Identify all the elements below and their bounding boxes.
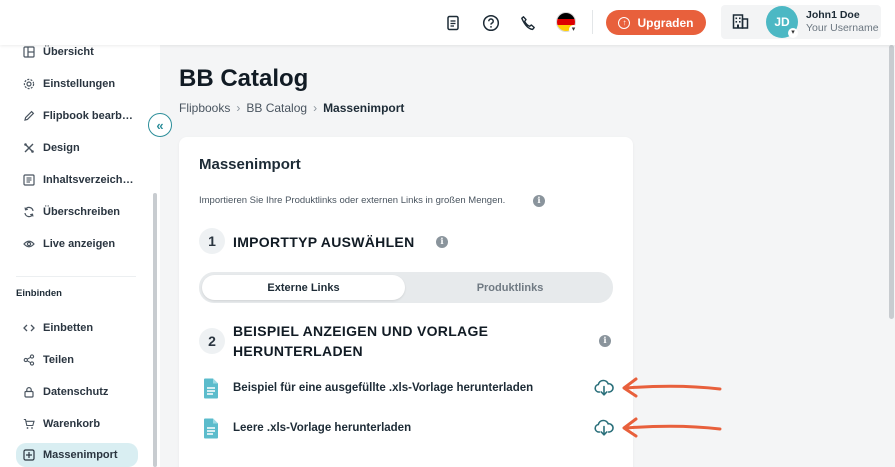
download-label: Beispiel für eine ausgefüllte .xls-Vorla…: [233, 382, 534, 394]
toc-icon: [23, 174, 35, 186]
cart-icon: [23, 418, 35, 430]
scrollbar-thumb[interactable]: [889, 45, 894, 319]
building-icon[interactable]: [732, 13, 749, 35]
card-title: Massenimport: [199, 156, 301, 173]
document-icon: [203, 378, 219, 404]
user-name: John1 Doe: [806, 9, 860, 21]
sidebar-divider: [16, 276, 136, 277]
sidebar-item-inhaltsverzeichnis[interactable]: Inhaltsverzeich…: [16, 168, 138, 192]
arrow-up-icon: ↑: [618, 16, 631, 29]
refresh-icon: [23, 206, 35, 218]
breadcrumb: Flipbooks › BB Catalog › Massenimport: [179, 101, 404, 115]
sidebar-item-warenkorb[interactable]: Warenkorb: [16, 412, 138, 436]
breadcrumb-current: Massenimport: [323, 101, 405, 115]
download-row: Leere .xls-Vorlage herunterladen: [199, 417, 614, 444]
page-title: BB Catalog: [179, 65, 309, 92]
step-title-line2: HERUNTERLADEN: [233, 343, 363, 359]
double-chevron-left-icon: «: [156, 117, 164, 133]
user-subtitle: Your Username: [806, 22, 879, 34]
upgrade-label: Upgraden: [637, 15, 694, 30]
import-icon: [23, 449, 35, 461]
sidebar-item-einbetten[interactable]: Einbetten: [16, 316, 138, 340]
sidebar-item-label: Übersicht: [43, 46, 94, 58]
sidebar-item-datenschutz[interactable]: Datenschutz: [16, 380, 138, 404]
sidebar-item-design[interactable]: Design: [16, 136, 138, 160]
mass-import-card: Massenimport Importieren Sie Ihre Produk…: [179, 137, 633, 467]
sidebar-item-label: Warenkorb: [43, 418, 101, 430]
divider: [592, 10, 593, 34]
user-menu[interactable]: JD ▾ John1 Doe Your Username: [721, 5, 881, 39]
top-bar: ▾ ↑ Upgraden JD ▾ John1 Doe Your Usernam…: [0, 0, 895, 45]
sidebar-item-einstellungen[interactable]: Einstellungen: [16, 72, 138, 96]
sidebar-scrollbar[interactable]: [153, 193, 157, 467]
external-links-option[interactable]: Externe Links: [202, 275, 405, 300]
sidebar-item-live-anzeigen[interactable]: Live anzeigen: [16, 232, 138, 256]
sidebar-section-title: Einbinden: [16, 288, 62, 299]
sidebar-item-teilen[interactable]: Teilen: [16, 348, 138, 372]
sidebar-item-ueberschreiben[interactable]: Überschreiben: [16, 200, 138, 224]
settings-icon: [23, 78, 35, 90]
import-type-toggle: Externe Links Produktlinks: [199, 272, 613, 303]
collapse-sidebar-button[interactable]: «: [148, 113, 172, 137]
step-number: 1: [199, 228, 225, 254]
annotation-arrow-icon: [622, 377, 722, 398]
sidebar-item-label: Inhaltsverzeich…: [43, 174, 134, 186]
chevron-right-icon: ›: [313, 101, 318, 115]
info-icon[interactable]: i: [599, 335, 611, 347]
design-icon: [23, 142, 35, 154]
share-icon: [23, 354, 35, 366]
sidebar-item-label: Flipbook bearb…: [43, 110, 133, 122]
sidebar-item-label: Live anzeigen: [43, 238, 116, 250]
chevron-down-icon: ▾: [788, 28, 798, 38]
chevron-down-icon: ▾: [569, 25, 578, 34]
info-icon[interactable]: i: [436, 236, 448, 248]
sidebar: Übersicht Einstellungen Flipbook bearb… …: [0, 45, 160, 467]
sidebar-item-label: Teilen: [43, 354, 74, 366]
card-description: Importieren Sie Ihre Produktlinks oder e…: [199, 195, 506, 206]
sidebar-item-label: Überschreiben: [43, 206, 121, 218]
sidebar-item-label: Design: [43, 142, 80, 154]
pencil-icon: [23, 110, 35, 122]
product-links-option[interactable]: Produktlinks: [410, 275, 610, 300]
chevron-right-icon: ›: [236, 101, 241, 115]
step-number: 2: [199, 328, 225, 354]
sidebar-item-flipbook-bearbeiten[interactable]: Flipbook bearb…: [16, 104, 138, 128]
breadcrumb-link[interactable]: BB Catalog: [246, 101, 307, 115]
step-title-line1: BEISPIEL ANZEIGEN UND VORLAGE: [233, 323, 489, 339]
sidebar-item-label: Datenschutz: [43, 386, 109, 398]
download-icon[interactable]: [594, 419, 614, 442]
lock-icon: [23, 386, 35, 398]
eye-icon: [23, 238, 35, 250]
document-icon[interactable]: [441, 11, 465, 35]
page-scrollbar[interactable]: [888, 45, 895, 467]
sidebar-item-label: Einbetten: [43, 322, 94, 334]
upgrade-button[interactable]: ↑ Upgraden: [606, 10, 706, 35]
code-icon: [23, 322, 35, 334]
step-title: IMPORTTYP AUSWÄHLEN: [233, 234, 415, 250]
breadcrumb-link[interactable]: Flipbooks: [179, 101, 230, 115]
download-label: Leere .xls-Vorlage herunterladen: [233, 422, 412, 434]
download-icon[interactable]: [594, 379, 614, 402]
annotation-arrow-icon: [622, 417, 722, 438]
sidebar-item-label: Massenimport: [43, 449, 118, 461]
sidebar-item-uebersicht[interactable]: Übersicht: [16, 45, 138, 64]
help-icon[interactable]: [479, 11, 503, 35]
overview-icon: [23, 46, 35, 58]
info-icon[interactable]: i: [533, 195, 545, 207]
download-row: Beispiel für eine ausgefüllte .xls-Vorla…: [199, 377, 614, 404]
sidebar-item-massenimport[interactable]: Massenimport: [16, 443, 138, 467]
phone-icon[interactable]: [516, 11, 540, 35]
sidebar-item-label: Einstellungen: [43, 78, 116, 90]
document-icon: [203, 418, 219, 444]
